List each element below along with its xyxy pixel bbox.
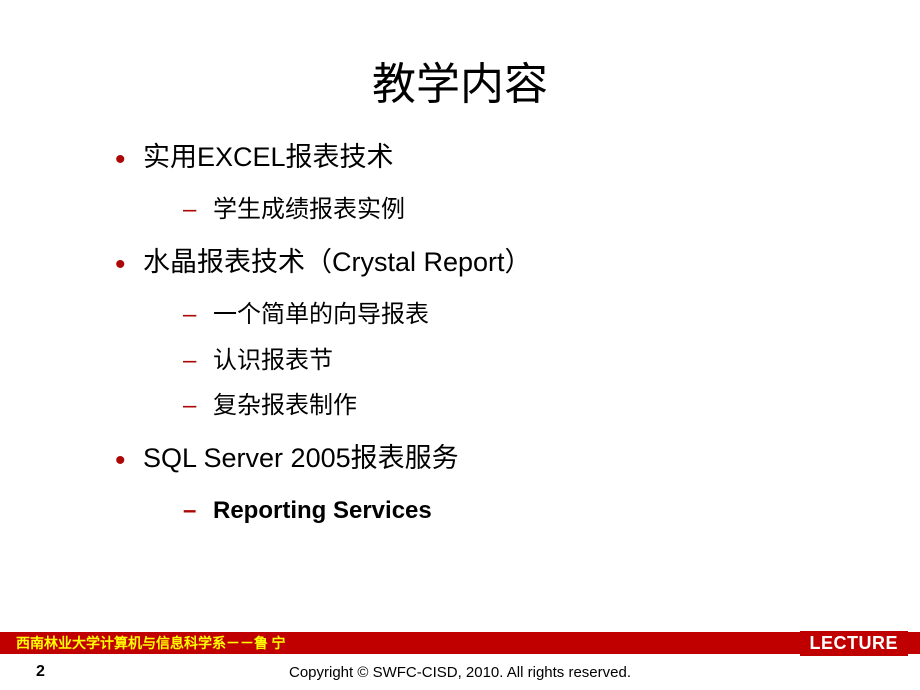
lecture-accent [766, 646, 802, 654]
lecture-label: LECTURE [800, 631, 909, 656]
bullet-list-level2: Reporting Services [143, 488, 860, 534]
slide-footer: 西南林业大学计算机与信息科学系－－鲁 宁 LECTURE 2 Copyright… [0, 632, 920, 690]
subitem-label: Reporting Services [213, 497, 432, 524]
copyright-text: Copyright © SWFC-CISD, 2010. All rights … [0, 664, 920, 681]
bullet-list-level1: 实用EXCEL报表技术 学生成绩报表实例 水晶报表技术（Crystal Repo… [115, 136, 860, 534]
footer-bottom-row: 2 Copyright © SWFC-CISD, 2010. All right… [0, 654, 920, 690]
footer-redbar: 西南林业大学计算机与信息科学系－－鲁 宁 LECTURE [0, 632, 920, 654]
list-item: 实用EXCEL报表技术 学生成绩报表实例 [115, 136, 860, 233]
slide-title: 教学内容 [0, 48, 920, 112]
list-item: 学生成绩报表实例 [183, 187, 860, 233]
subitem-label: 认识报表节 [213, 347, 333, 374]
bullet-list-level2: 学生成绩报表实例 [143, 187, 860, 233]
content-area: 实用EXCEL报表技术 学生成绩报表实例 水晶报表技术（Crystal Repo… [0, 136, 920, 632]
subitem-label: 复杂报表制作 [213, 392, 357, 419]
item-label: 实用EXCEL报表技术 [143, 142, 394, 172]
list-item: 认识报表节 [183, 338, 860, 384]
bullet-list-level2: 一个简单的向导报表 认识报表节 复杂报表制作 [143, 292, 860, 429]
footer-org-author: 西南林业大学计算机与信息科学系－－鲁 宁 [16, 633, 286, 653]
list-item: SQL Server 2005报表服务 Reporting Services [115, 437, 860, 534]
list-item: Reporting Services [183, 488, 860, 534]
slide: 教学内容 实用EXCEL报表技术 学生成绩报表实例 水晶报表技术（Crystal… [0, 0, 920, 690]
item-label: SQL Server 2005报表服务 [143, 443, 459, 473]
list-item: 一个简单的向导报表 [183, 292, 860, 338]
subitem-label: 学生成绩报表实例 [213, 196, 405, 223]
list-item: 复杂报表制作 [183, 383, 860, 429]
item-label: 水晶报表技术（Crystal Report） [143, 247, 532, 277]
list-item: 水晶报表技术（Crystal Report） 一个简单的向导报表 认识报表节 复… [115, 241, 860, 429]
subitem-label: 一个简单的向导报表 [213, 301, 429, 328]
